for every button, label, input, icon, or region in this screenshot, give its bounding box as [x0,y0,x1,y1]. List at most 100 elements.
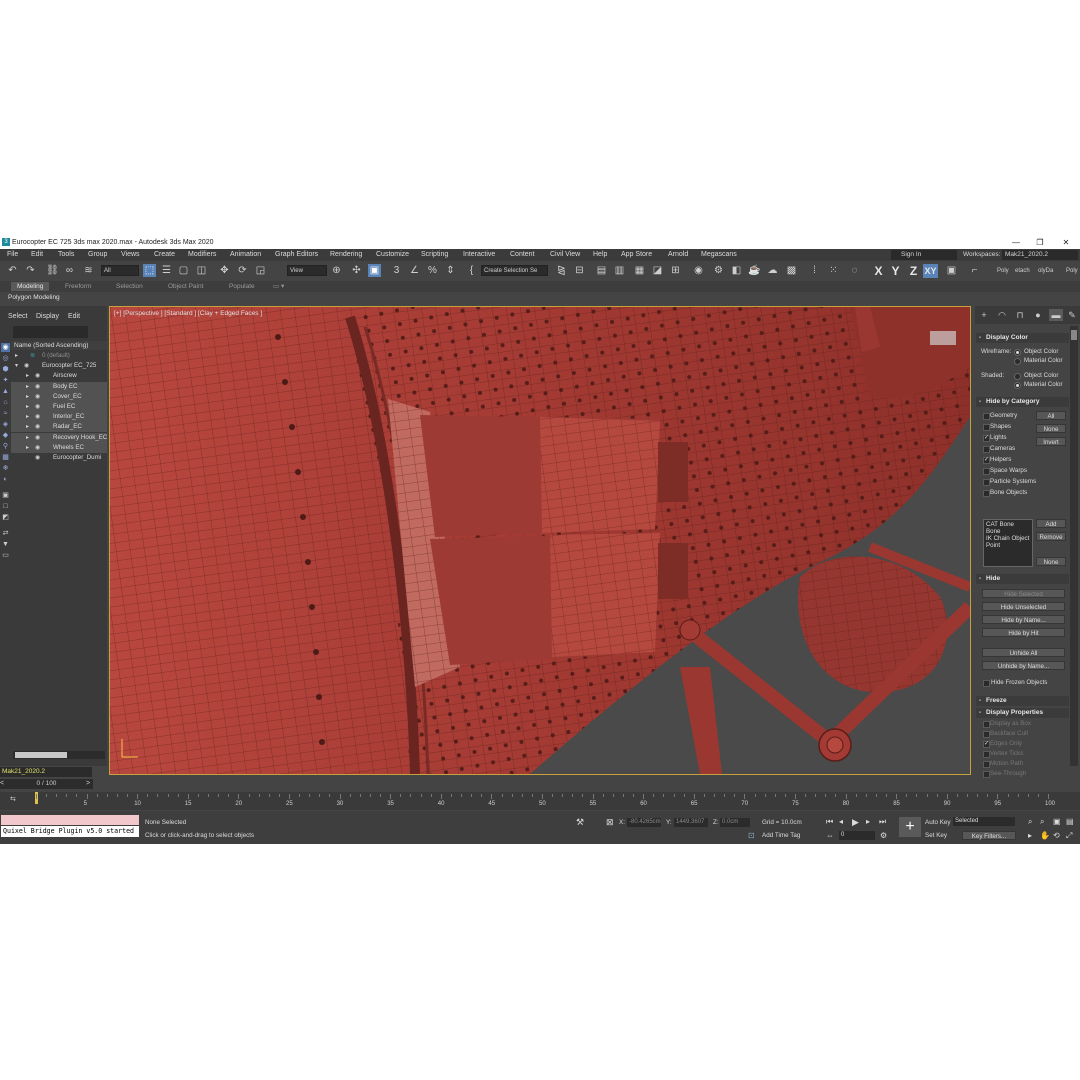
scene-tree-row[interactable]: ▸ ◉ Cover_EC [11,391,107,402]
x-coord-field[interactable]: -80.4265cm [627,818,661,827]
expand-icon[interactable]: ▸ [26,443,29,453]
key-selection-dropdown[interactable]: Selected [953,817,1015,826]
scene-tree-row[interactable]: ▸ ◉ Fuel EC [11,402,107,412]
scrollbar-thumb[interactable] [15,752,67,758]
zoom-all-icon[interactable]: ⌕ [1040,817,1044,827]
schematic-view-icon[interactable]: ⊞ [669,264,682,277]
orbit-icon[interactable]: ⟲ [1053,831,1060,840]
time-tag-icon[interactable]: ⊡ [748,831,755,840]
edit-named-selection-icon[interactable]: { [465,264,478,277]
layer-explorer-icon[interactable]: ▥ [613,264,626,277]
layer-dropdown[interactable]: Mak21_2020.2 [0,767,92,777]
render-production-icon[interactable]: ☕ [748,264,761,277]
menu-help[interactable]: Help [593,249,607,261]
track-bar-toggle-icon[interactable]: ⇆ [10,795,16,803]
scene-search-input[interactable] [13,326,88,338]
menu-edit[interactable]: Edit [31,249,43,261]
align-icon[interactable]: ⊟ [573,264,586,277]
display-none2-icon[interactable]: □ [1,502,10,511]
scene-tree-row[interactable]: ▸ ◉ Airscrew [11,371,107,381]
visibility-eye-icon[interactable]: ◉ [24,361,29,371]
axis-xy-button[interactable]: XY [923,264,938,278]
menu-animation[interactable]: Animation [230,249,261,261]
shaded-material-color-radio[interactable] [1014,382,1021,389]
display-all-icon[interactable]: ▣ [1,491,10,500]
polygon-tool-icon[interactable]: ⌐ [968,264,981,277]
category-remove-button[interactable]: Remove [1036,532,1066,541]
display-spacewarps-icon[interactable]: ≈ [1,409,10,418]
display-groups-icon[interactable]: ◈ [1,420,10,429]
expand-icon[interactable]: ▸ [26,433,29,443]
scene-tree-row[interactable]: ◉ Eurocopter_Dumi [11,453,107,463]
command-panel-scrollbar[interactable] [1070,326,1078,766]
collapse-icon[interactable]: ▾ [15,361,18,371]
maximize-button[interactable]: ❐ [1029,236,1051,249]
visibility-eye-icon[interactable]: ◉ [35,422,40,432]
scene-tree-row[interactable]: ▸ ◉ Interior_EC [11,412,107,423]
select-manipulate-icon[interactable]: ✣ [350,264,363,277]
menu-modifiers[interactable]: Modifiers [188,249,216,261]
category-add-button[interactable]: Add [1036,519,1066,528]
zoom-extents-icon[interactable]: ▣ [1053,817,1061,826]
visibility-eye-icon[interactable]: ◉ [35,371,40,381]
y-coord-field[interactable]: 1449.3607 [674,818,708,827]
category-checkbox[interactable] [983,490,990,497]
workspace-dropdown[interactable]: Mak21_2020.2 [1002,250,1078,260]
scale-icon[interactable]: ◲ [254,264,267,277]
polygon-modeling-label[interactable]: Polygon Modeling [8,293,60,302]
perspective-viewport[interactable]: [+] [Perspective ] [Standard ] [Clay + E… [109,306,971,775]
category-list-item[interactable]: IK Chain Object [986,535,1030,542]
category-none-button[interactable]: None [1036,557,1066,566]
unlink-icon[interactable]: ∞ [63,264,76,277]
scene-tree-row[interactable]: ▾ ◉ Eurocopter EC_725 [11,361,107,371]
material-editor-icon[interactable]: ◉ [692,264,705,277]
hide-frozen-checkbox[interactable] [983,680,990,687]
menu-group[interactable]: Group [88,249,107,261]
hierarchy-tab-icon[interactable]: ⊓ [1013,309,1027,321]
rendered-frame-window-icon[interactable]: ◧ [730,264,743,277]
mirror-icon[interactable]: ⧎ [555,264,568,277]
filter-icon[interactable]: ▼ [1,540,10,549]
previous-frame-icon[interactable]: ◂ [839,817,843,826]
hide-rollout[interactable]: Hide [976,574,1069,584]
visibility-eye-icon[interactable]: ◉ [35,412,40,422]
time-slider-prev-icon[interactable]: < [0,780,4,787]
selection-lock-icon[interactable]: ⊠ [606,817,614,828]
display-hidden-icon[interactable]: ◐ [1,475,10,484]
tab-object-paint[interactable]: Object Paint [168,282,203,291]
field-of-view-icon[interactable]: ▸ [1028,831,1032,840]
freeze-rollout[interactable]: Freeze [976,696,1069,706]
hide-by-category-rollout[interactable]: Hide by Category [976,397,1069,407]
ribbon-poly-button[interactable]: Poly [997,265,1009,277]
menu-file[interactable]: File [7,249,18,261]
modeling-ribbon-icon[interactable]: ▣ [945,264,958,277]
render-in-cloud-icon[interactable]: ☁ [766,264,779,277]
visibility-eye-icon[interactable]: ◉ [35,382,40,392]
category-checkbox[interactable]: ✓ [983,457,990,464]
scene-tree-row[interactable]: ▸ ◉ Recovery Hook_EC [11,432,107,443]
display-tab-icon[interactable]: ▬ [1049,309,1063,321]
menu-app-store[interactable]: App Store [621,249,652,261]
hide-command-button[interactable]: Hide Unselected [982,602,1065,611]
menu-civil-view[interactable]: Civil View [550,249,580,261]
scene-explorer-scrollbar[interactable] [13,751,105,759]
menu-arnold[interactable]: Arnold [668,249,688,261]
set-key-icon[interactable]: + [899,817,921,837]
key-filters-button[interactable]: Key Filters... [962,831,1016,840]
time-slider-next-icon[interactable]: > [86,780,90,787]
maxscript-output[interactable]: Quixel Bridge Plugin v5.0 started [1,826,139,837]
hide-command-button[interactable]: Hide Selected [982,589,1065,598]
display-property-checkbox[interactable] [983,721,990,728]
category-list-item[interactable]: Point [986,542,1030,549]
tab-freeform[interactable]: Freeform [65,282,91,291]
category-checkbox[interactable] [983,446,990,453]
select-object-icon[interactable]: ⬚ [143,264,156,277]
hide-category-invert-button[interactable]: Invert [1036,437,1066,446]
grid-snap-icon[interactable]: ⁞ [808,264,821,277]
time-slider[interactable]: 0 / 100 [0,779,93,789]
maxscript-listener-input[interactable] [1,815,139,825]
zoom-icon[interactable]: ⌕ [1028,817,1032,827]
display-property-checkbox[interactable] [983,761,990,768]
menu-interactive[interactable]: Interactive [463,249,495,261]
reference-coordinate-dropdown[interactable]: View [287,265,327,276]
